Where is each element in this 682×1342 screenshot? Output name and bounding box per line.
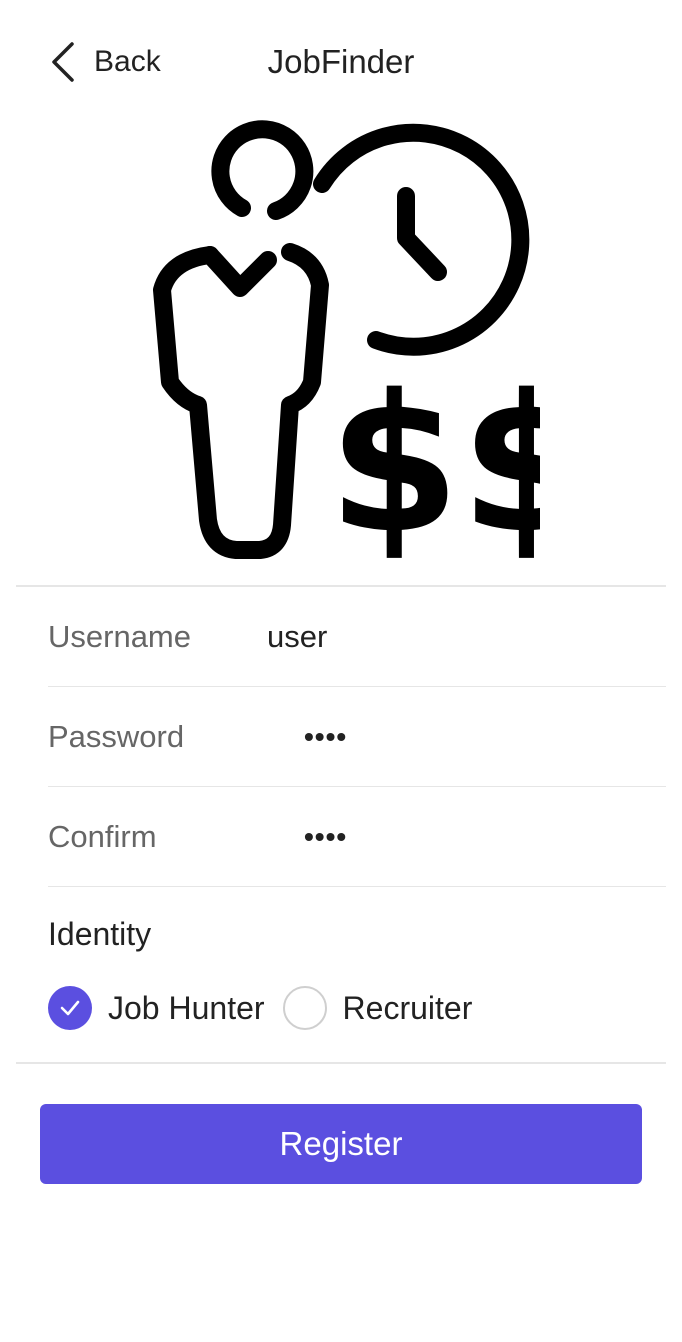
confirm-password-field[interactable]: •••• [304, 821, 666, 853]
radio-empty-icon [282, 986, 327, 1030]
registration-form: Username Password •••• Confirm •••• [48, 587, 666, 887]
password-field[interactable]: •••• [304, 721, 666, 753]
password-row: Password •••• [48, 687, 666, 787]
password-label: Password [48, 718, 185, 754]
radio-recruiter[interactable]: Recruiter [282, 986, 473, 1030]
username-field[interactable] [267, 618, 666, 655]
radio-label-job-hunter: Job Hunter [108, 989, 265, 1026]
identity-label: Identity [48, 916, 152, 952]
register-button[interactable]: Register [40, 1104, 642, 1184]
username-label: Username [48, 618, 191, 654]
person-clock-money-icon: $$ [153, 120, 592, 575]
divider [16, 1062, 666, 1064]
checkmark-icon [48, 986, 92, 1030]
identity-radio-group: Job Hunter Recruiter [48, 985, 472, 1031]
radio-job-hunter[interactable]: Job Hunter [48, 986, 265, 1030]
username-row: Username [48, 587, 666, 687]
radio-label-recruiter: Recruiter [342, 989, 473, 1026]
job-hunter-illustration: $$ [140, 120, 592, 575]
chevron-left-icon [48, 40, 76, 84]
confirm-row: Confirm •••• [48, 787, 666, 887]
back-button[interactable]: Back [48, 40, 161, 84]
svg-text:$$: $$ [328, 354, 540, 565]
back-label: Back [94, 45, 161, 78]
confirm-label: Confirm [48, 818, 157, 854]
header-bar: Back JobFinder [0, 0, 682, 120]
